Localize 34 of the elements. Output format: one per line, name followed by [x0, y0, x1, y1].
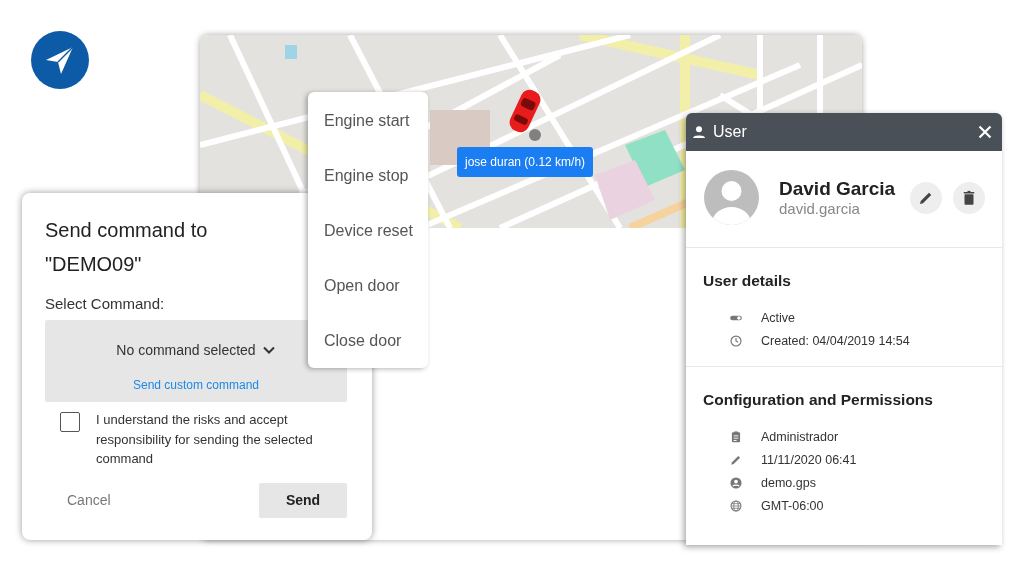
detail-text: demo.gps	[761, 475, 816, 490]
consent-checkbox[interactable]	[60, 412, 80, 432]
menu-item[interactable]: Engine stop	[308, 167, 428, 186]
detail-text: Administrador	[761, 429, 839, 444]
send-button[interactable]: Send	[259, 482, 347, 518]
menu-item[interactable]: Device reset	[308, 222, 428, 240]
clock-icon	[729, 333, 743, 348]
command-dropdown[interactable]: No command selected	[116, 342, 276, 358]
menu-item[interactable]: Open door	[308, 276, 428, 295]
account-icon	[729, 475, 743, 490]
close-icon[interactable]	[978, 125, 992, 139]
menu-item[interactable]: Close door	[308, 331, 428, 350]
dialog-title: Send command to "DEMO09"	[45, 218, 209, 277]
delete-button[interactable]	[953, 181, 985, 214]
select-label: Select Command:	[45, 295, 166, 312]
detail-text: 11/11/2020 06:41	[761, 452, 857, 467]
panel-title: User	[713, 123, 748, 141]
user-login: david.garcia	[779, 200, 861, 217]
detail-text: Active	[761, 310, 796, 325]
consent-text: I understand the risks and accept responsibility for sending the selected command	[96, 411, 314, 468]
globe-icon	[729, 498, 743, 513]
cancel-button[interactable]: Cancel	[45, 484, 133, 516]
edit-button[interactable]	[910, 181, 942, 214]
marker-label: jose duran (0.12 km/h)	[457, 147, 594, 177]
detail-text: GMT-06:00	[761, 498, 824, 513]
section-heading: User details	[703, 272, 792, 290]
navigation-logo-icon	[31, 31, 89, 89]
menu-item[interactable]: Engine start	[308, 112, 428, 131]
section-heading: Configuration and Permissions	[703, 391, 934, 409]
clipboard-icon	[729, 429, 743, 444]
person-icon	[691, 124, 707, 140]
detail-text: Created: 04/04/2019 14:54	[761, 333, 910, 348]
user-name: David Garcia	[779, 178, 897, 200]
avatar-icon	[704, 170, 759, 225]
